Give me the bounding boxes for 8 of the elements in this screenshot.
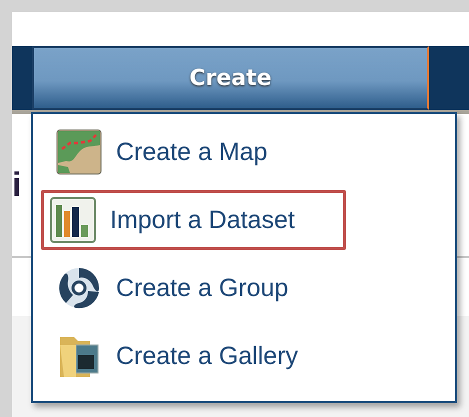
menu-item[interactable]: Create a Group bbox=[47, 258, 352, 318]
map-icon bbox=[56, 129, 102, 175]
menu-item[interactable]: Create a Map bbox=[47, 122, 352, 182]
menu-item[interactable]: Create a Gallery bbox=[47, 326, 352, 386]
page-heading: i bbox=[12, 166, 22, 204]
menu-item[interactable]: Import a Dataset bbox=[41, 190, 346, 250]
swirl-icon bbox=[56, 265, 102, 311]
bar-chart-icon bbox=[50, 197, 96, 243]
